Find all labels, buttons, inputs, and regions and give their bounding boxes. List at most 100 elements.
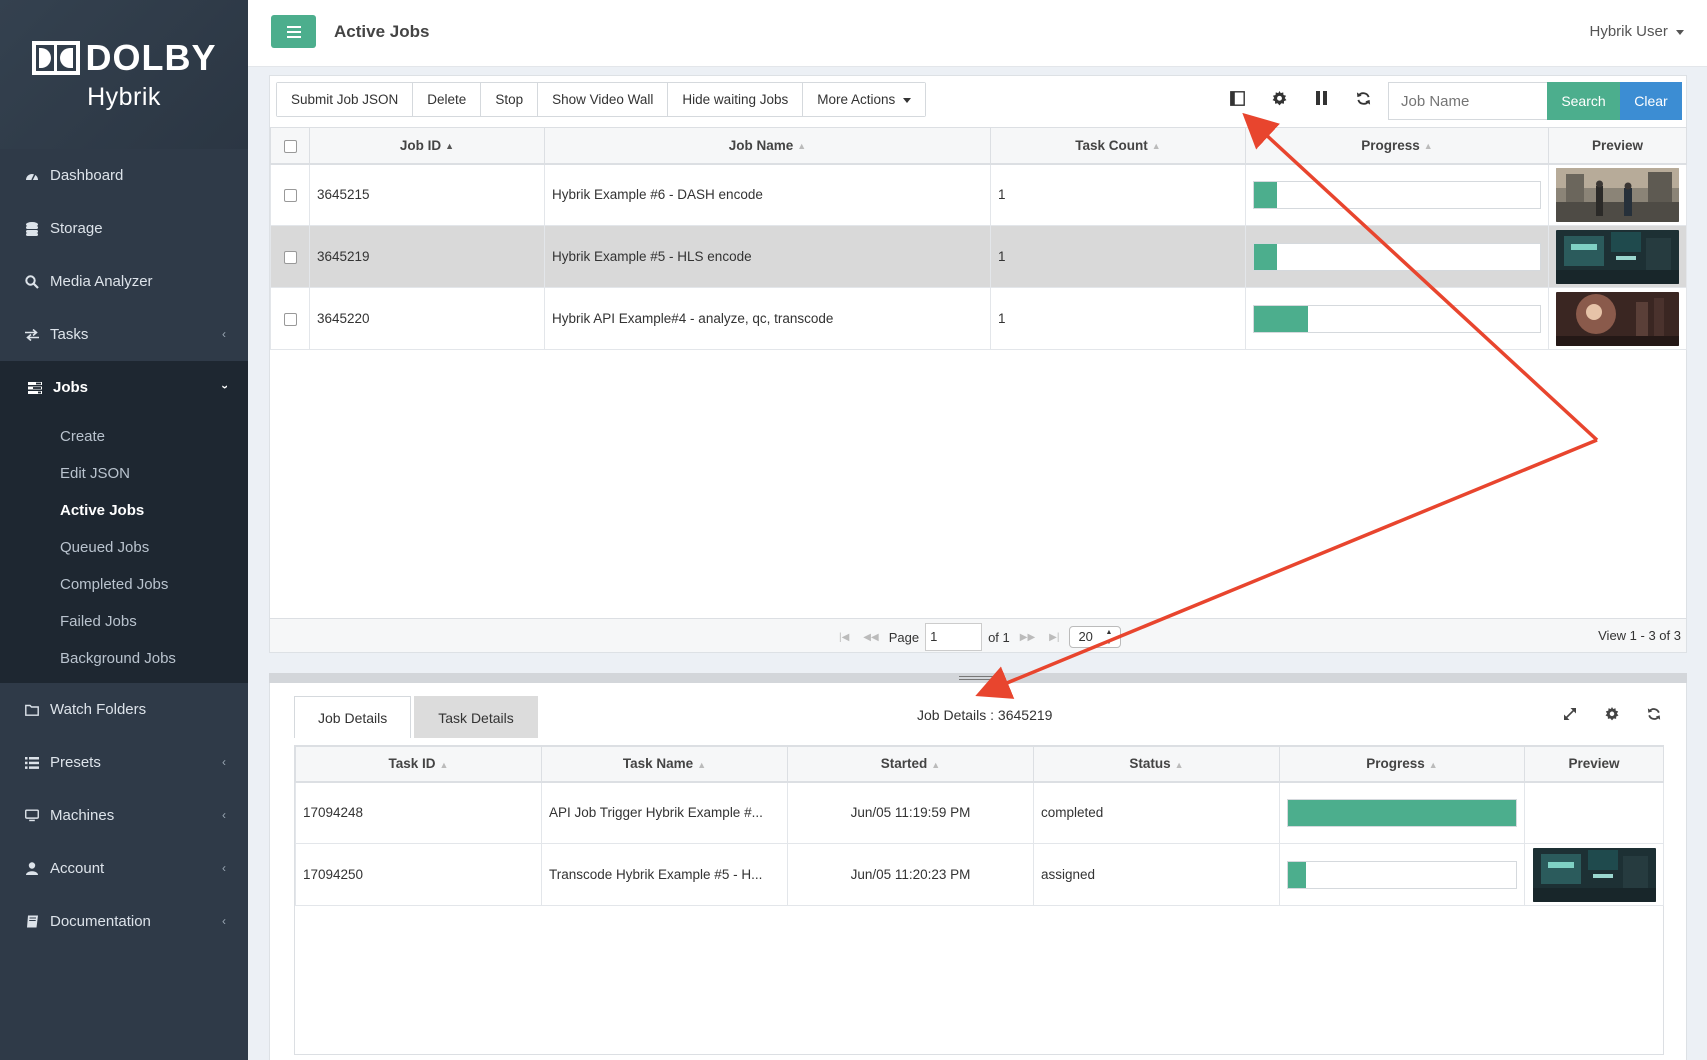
more-actions-dropdown[interactable]: More Actions	[803, 83, 926, 116]
brand-logo[interactable]: DOLBY Hybrik	[0, 0, 248, 149]
jobs-table-header: Job ID ▲ Job Name ▲ Task Count ▲ Progress ▲ …	[270, 127, 1687, 165]
tasks-table-container: Task ID ▲ Task Name ▲ Started ▲ Status ▲ Pro…	[294, 745, 1664, 1055]
job-id-cell: 3645219	[309, 225, 545, 288]
column-label: Preview	[1591, 137, 1644, 153]
table-row[interactable]: 17094250 Transcode Hybrik Example #5 - H…	[295, 843, 1664, 906]
progress-bar-fill	[1288, 799, 1516, 826]
preview-thumbnail[interactable]	[1556, 167, 1679, 222]
sidebar-item-label: Storage	[50, 220, 103, 237]
submit-job-json-button[interactable]: Submit Job JSON	[277, 83, 414, 116]
submenu-item-edit-json[interactable]: Edit JSON	[0, 455, 248, 492]
preview-cell	[1548, 287, 1687, 350]
preview-thumbnail[interactable]	[1532, 847, 1656, 902]
table-row[interactable]: 3645220 Hybrik API Example#4 - analyze, …	[270, 287, 1687, 350]
preview-thumbnail[interactable]	[1556, 229, 1679, 284]
column-header-job-id[interactable]: Job ID ▲	[309, 127, 545, 165]
gear-icon[interactable]	[1267, 86, 1291, 110]
panel-splitter[interactable]	[269, 673, 1687, 683]
column-label: Preview	[1568, 756, 1620, 772]
table-row[interactable]: 3645215 Hybrik Example #6 - DASH encode …	[270, 163, 1687, 226]
table-row-selected[interactable]: 3645219 Hybrik Example #5 - HLS encode 1	[270, 225, 1687, 288]
page-total-label: of 1	[988, 629, 1010, 645]
jobs-toolbar: Submit Job JSON Delete Stop Show Video W…	[276, 82, 927, 117]
tab-task-details[interactable]: Task Details	[414, 696, 538, 738]
row-checkbox[interactable]	[283, 312, 297, 326]
hamburger-icon	[286, 25, 301, 28]
sort-icon: ▲	[797, 141, 807, 152]
submenu-item-create[interactable]: Create	[0, 418, 248, 455]
column-header-preview: Preview	[1548, 127, 1687, 165]
tasks-table-header: Task ID ▲ Task Name ▲ Started ▲ Status ▲ Pro…	[295, 746, 1664, 783]
preview-thumbnail[interactable]	[1556, 291, 1679, 346]
job-name-search-input[interactable]	[1388, 82, 1548, 120]
detail-tools	[1560, 704, 1664, 724]
sidebar-item-media-analyzer[interactable]: Media Analyzer	[0, 255, 248, 308]
hide-waiting-jobs-button[interactable]: Hide waiting Jobs	[668, 83, 804, 116]
last-page-icon[interactable]: ▶|	[1049, 632, 1059, 643]
job-id-cell: 3645215	[309, 163, 545, 226]
stop-button[interactable]: Stop	[481, 83, 539, 116]
column-header-started[interactable]: Started ▲	[787, 746, 1034, 783]
column-label: Task Count	[1075, 137, 1148, 153]
submenu-item-failed-jobs[interactable]: Failed Jobs	[0, 603, 248, 640]
column-header-task-name[interactable]: Task Name ▲	[541, 746, 788, 783]
column-header-progress[interactable]: Progress ▲	[1279, 746, 1525, 783]
page-number-input[interactable]: 1	[925, 623, 983, 651]
column-label: Task ID	[388, 756, 436, 772]
next-page-icon[interactable]: ▶▶	[1020, 632, 1035, 643]
sidebar-item-dashboard[interactable]: Dashboard	[0, 149, 248, 202]
sidebar-item-presets[interactable]: Presets ‹	[0, 736, 248, 789]
progress-bar	[1253, 242, 1541, 271]
prev-page-icon[interactable]: ◀◀	[863, 632, 878, 643]
first-page-icon[interactable]: |◀	[839, 632, 849, 643]
submenu-item-completed-jobs[interactable]: Completed Jobs	[0, 566, 248, 603]
page-size-select[interactable]: 20 ▲ ▼	[1069, 626, 1122, 648]
refresh-icon[interactable]	[1351, 86, 1375, 110]
chevron-left-icon: ‹	[222, 327, 226, 341]
user-menu[interactable]: Hybrik User	[1589, 23, 1684, 40]
database-icon	[25, 221, 39, 236]
sidebar-toggle-button[interactable]	[271, 15, 316, 48]
job-name-cell: Hybrik Example #6 - DASH encode	[544, 163, 991, 226]
select-all-checkbox[interactable]	[283, 139, 297, 153]
tasks-icon	[28, 381, 42, 395]
progress-bar-fill	[1288, 861, 1307, 888]
tab-job-details[interactable]: Job Details	[294, 696, 412, 738]
delete-button[interactable]: Delete	[413, 83, 482, 116]
column-header-status[interactable]: Status ▲	[1033, 746, 1280, 783]
task-count-cell: 1	[990, 225, 1246, 288]
row-select-cell	[270, 163, 310, 226]
submenu-item-active-jobs[interactable]: Active Jobs	[0, 492, 248, 529]
column-header-task-id[interactable]: Task ID ▲	[295, 746, 542, 783]
table-row[interactable]: 17094248 API Job Trigger Hybrik Example …	[295, 781, 1664, 844]
show-video-wall-button[interactable]: Show Video Wall	[538, 83, 669, 116]
sidebar-item-documentation[interactable]: Documentation ‹	[0, 895, 248, 948]
column-header-task-count[interactable]: Task Count ▲	[990, 127, 1246, 165]
row-checkbox[interactable]	[283, 250, 297, 264]
row-select-cell	[270, 287, 310, 350]
sidebar-item-account[interactable]: Account ‹	[0, 842, 248, 895]
gear-icon[interactable]	[1602, 704, 1622, 724]
submenu-item-background-jobs[interactable]: Background Jobs	[0, 640, 248, 677]
pause-icon[interactable]	[1309, 86, 1333, 110]
started-cell: Jun/05 11:19:59 PM	[787, 781, 1034, 844]
column-header-job-name[interactable]: Job Name ▲	[544, 127, 991, 165]
sidebar-item-jobs[interactable]: Jobs ‹	[0, 361, 248, 414]
sidebar-item-machines[interactable]: Machines ‹	[0, 789, 248, 842]
sort-icon: ▲	[1423, 141, 1433, 152]
search-button[interactable]: Search	[1547, 82, 1620, 120]
product-name: Hybrik	[87, 83, 161, 111]
submenu-item-queued-jobs[interactable]: Queued Jobs	[0, 529, 248, 566]
sidebar-item-label: Media Analyzer	[50, 273, 153, 290]
refresh-icon[interactable]	[1644, 704, 1664, 724]
sidebar-item-tasks[interactable]: Tasks ‹	[0, 308, 248, 361]
job-name-cell: Hybrik API Example#4 - analyze, qc, tran…	[544, 287, 991, 350]
sidebar-item-watch-folders[interactable]: Watch Folders	[0, 683, 248, 736]
expand-icon[interactable]	[1560, 704, 1580, 724]
page-size-value: 20	[1078, 629, 1093, 644]
clear-button[interactable]: Clear	[1620, 82, 1682, 120]
split-view-icon[interactable]	[1225, 86, 1249, 110]
column-header-progress[interactable]: Progress ▲	[1245, 127, 1549, 165]
row-checkbox[interactable]	[283, 189, 297, 203]
sidebar-item-storage[interactable]: Storage	[0, 202, 248, 255]
